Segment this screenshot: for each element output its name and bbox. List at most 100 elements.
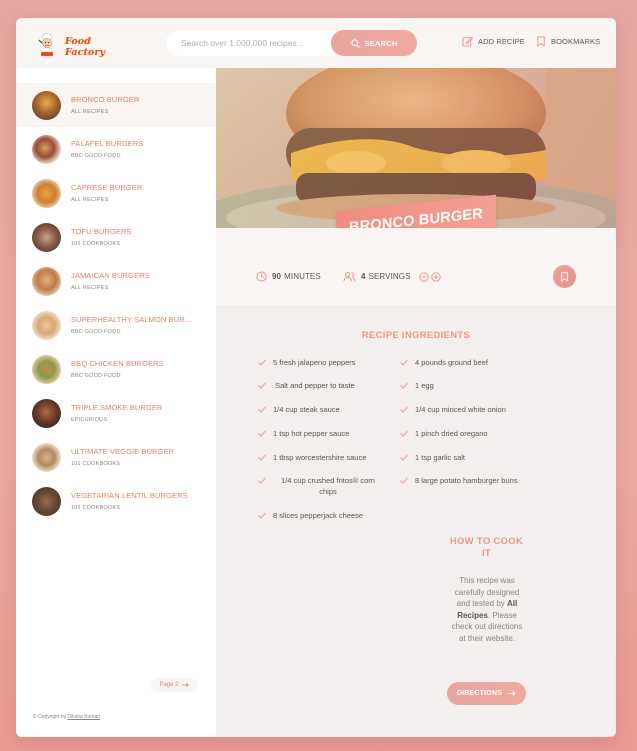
recipe-details: 90 MINUTES 4 SERVINGS [216,228,616,305]
chef-logo-icon [38,31,64,58]
check-icon [258,454,266,461]
result-item[interactable]: TOFU BURGERS 101 COOKBOOKS [16,215,216,259]
ingredient-item: 1 tsp garlic salt [400,452,530,463]
servings-label: SERVINGS [368,272,411,281]
recipe-thumbnail [32,134,61,164]
result-publisher: ALL RECIPES [71,285,109,291]
arrow-right-icon [181,682,189,688]
result-item[interactable]: JAMAICAN BURGERS ALL RECIPES [16,259,216,303]
result-title: FALAFEL BURGERS [71,139,144,148]
bookmarks-button[interactable]: BOOKMARKS [536,36,600,47]
page-label: Page 2 [159,682,179,688]
bookmark-icon [537,36,545,47]
how-to-cook-title: HOW TO COOK IT [449,536,524,559]
result-publisher: BBC GOOD FOOD [71,329,121,335]
result-item[interactable]: TRIPLE SMOKE BURGER EPICURIOUS [16,391,216,435]
ingredient-item: 5 fresh jalapeno peppers [258,357,388,368]
servings: 4 SERVINGS [343,271,441,282]
result-item[interactable]: BRONCO BURGER ALL RECIPES [16,83,216,127]
ingredient-item: 1/4 cup crushed fritos® corn chips [258,475,383,497]
ingredient-item: 8 large potato hamburger buns [400,475,545,486]
result-title: BBQ CHICKEN BURGERS [71,359,164,368]
result-publisher: 101 COOKBOOKS [71,461,121,467]
logo-text: Food Factory [65,36,106,58]
recipe-thumbnail [32,222,61,252]
result-title: JAMAICAN BURGERS [71,271,150,280]
check-icon [400,382,408,389]
next-page-button[interactable]: Page 2 [151,678,197,692]
result-publisher: BBC GOOD FOOD [71,373,121,379]
decrease-servings-icon[interactable] [418,271,429,282]
recipe-thumbnail [32,398,61,428]
ingredient-item: 1 egg [400,380,530,391]
recipe-thumbnail [32,266,61,296]
result-title: TOFU BURGERS [71,227,132,236]
result-publisher: EPICURIOUS [71,417,108,423]
recipe-thumbnail [32,90,61,120]
recipe-view: BRONCO BURGER 90 MINUTES 4 SERVINGS RECI… [216,68,616,737]
recipe-thumbnail [32,486,61,516]
recipe-thumbnail [32,310,61,340]
recipe-thumbnail [32,178,61,208]
increase-servings-icon[interactable] [430,271,441,282]
check-icon [258,477,266,484]
bookmark-recipe-button[interactable] [553,265,576,288]
ingredient-item: 1 tbsp worcestershire sauce [258,452,388,463]
bookmarks-label: BOOKMARKS [551,37,601,46]
result-publisher: ALL RECIPES [71,197,109,203]
minutes-value: 90 [272,272,282,281]
cooking-time: 90 MINUTES [256,271,321,282]
result-item[interactable]: CAPRESE BURGER ALL RECIPES [16,171,216,215]
search-icon [350,38,360,48]
ingredient-item: 1 tsp hot pepper sauce [258,428,388,439]
logo[interactable]: Food Factory [38,28,128,60]
check-icon [400,359,408,366]
recipe-thumbnail [32,354,61,384]
add-recipe-label: ADD RECIPE [478,37,525,46]
result-title: VEGETARIAN LENTIL BURGERS [71,491,188,500]
arrow-right-icon [508,690,516,697]
check-icon [400,430,408,437]
search-form: SEARCH [166,30,417,56]
directions-button[interactable]: DIRECTIONS [447,682,526,705]
edit-icon [462,36,473,47]
recipe-thumbnail [32,442,61,472]
result-publisher: ALL RECIPES [71,109,109,115]
search-input[interactable] [181,38,341,48]
ingredient-item: 1/4 cup steak sauce [258,404,388,415]
check-icon [258,430,266,437]
directions-text: This recipe was carefully designed and t… [449,575,525,644]
result-title: SUPERHEALTHY SALMON BURGE... [71,315,196,324]
copyright-prefix: © Copyright by [33,714,67,720]
result-item[interactable]: SUPERHEALTHY SALMON BURGE... BBC GOOD FOO… [16,303,216,347]
check-icon [258,512,266,519]
header: Food Factory SEARCH ADD RECIPE BOOKMARKS [16,18,616,68]
result-title: ULTIMATE VEGGIE BURGER [71,447,175,456]
check-icon [400,454,408,461]
add-recipe-button[interactable]: ADD RECIPE [462,36,525,47]
copyright: © Copyright by Diksha Kumari [33,714,100,720]
search-results: BRONCO BURGER ALL RECIPES FALAFEL BURGERS… [16,68,216,737]
check-icon [258,382,266,389]
check-icon [258,359,266,366]
author-link[interactable]: Diksha Kumari [68,714,101,720]
check-icon [258,406,266,413]
result-item[interactable]: VEGETARIAN LENTIL BURGERS 101 COOKBOOKS [16,479,216,523]
servings-value: 4 [361,272,366,281]
ingredients-title: RECIPE INGREDIENTS [361,330,471,341]
ingredient-item: 1 pinch dried oregano [400,428,530,439]
result-item[interactable]: ULTIMATE VEGGIE BURGER 101 COOKBOOKS [16,435,216,479]
directions-label: DIRECTIONS [456,690,503,697]
bookmark-icon [561,271,568,282]
search-button[interactable]: SEARCH [331,30,417,56]
check-icon [400,477,408,484]
result-publisher: BBC GOOD FOOD [71,153,121,159]
result-publisher: 101 COOKBOOKS [71,241,121,247]
check-icon [400,406,408,413]
ingredient-item: 1/4 cup minced white onion [400,404,530,415]
result-item[interactable]: BBQ CHICKEN BURGERS BBC GOOD FOOD [16,347,216,391]
ingredient-item: 4 pounds ground beef [400,357,530,368]
result-item[interactable]: FALAFEL BURGERS BBC GOOD FOOD [16,127,216,171]
result-title: CAPRESE BURGER [71,183,143,192]
result-title: BRONCO BURGER [71,95,140,104]
